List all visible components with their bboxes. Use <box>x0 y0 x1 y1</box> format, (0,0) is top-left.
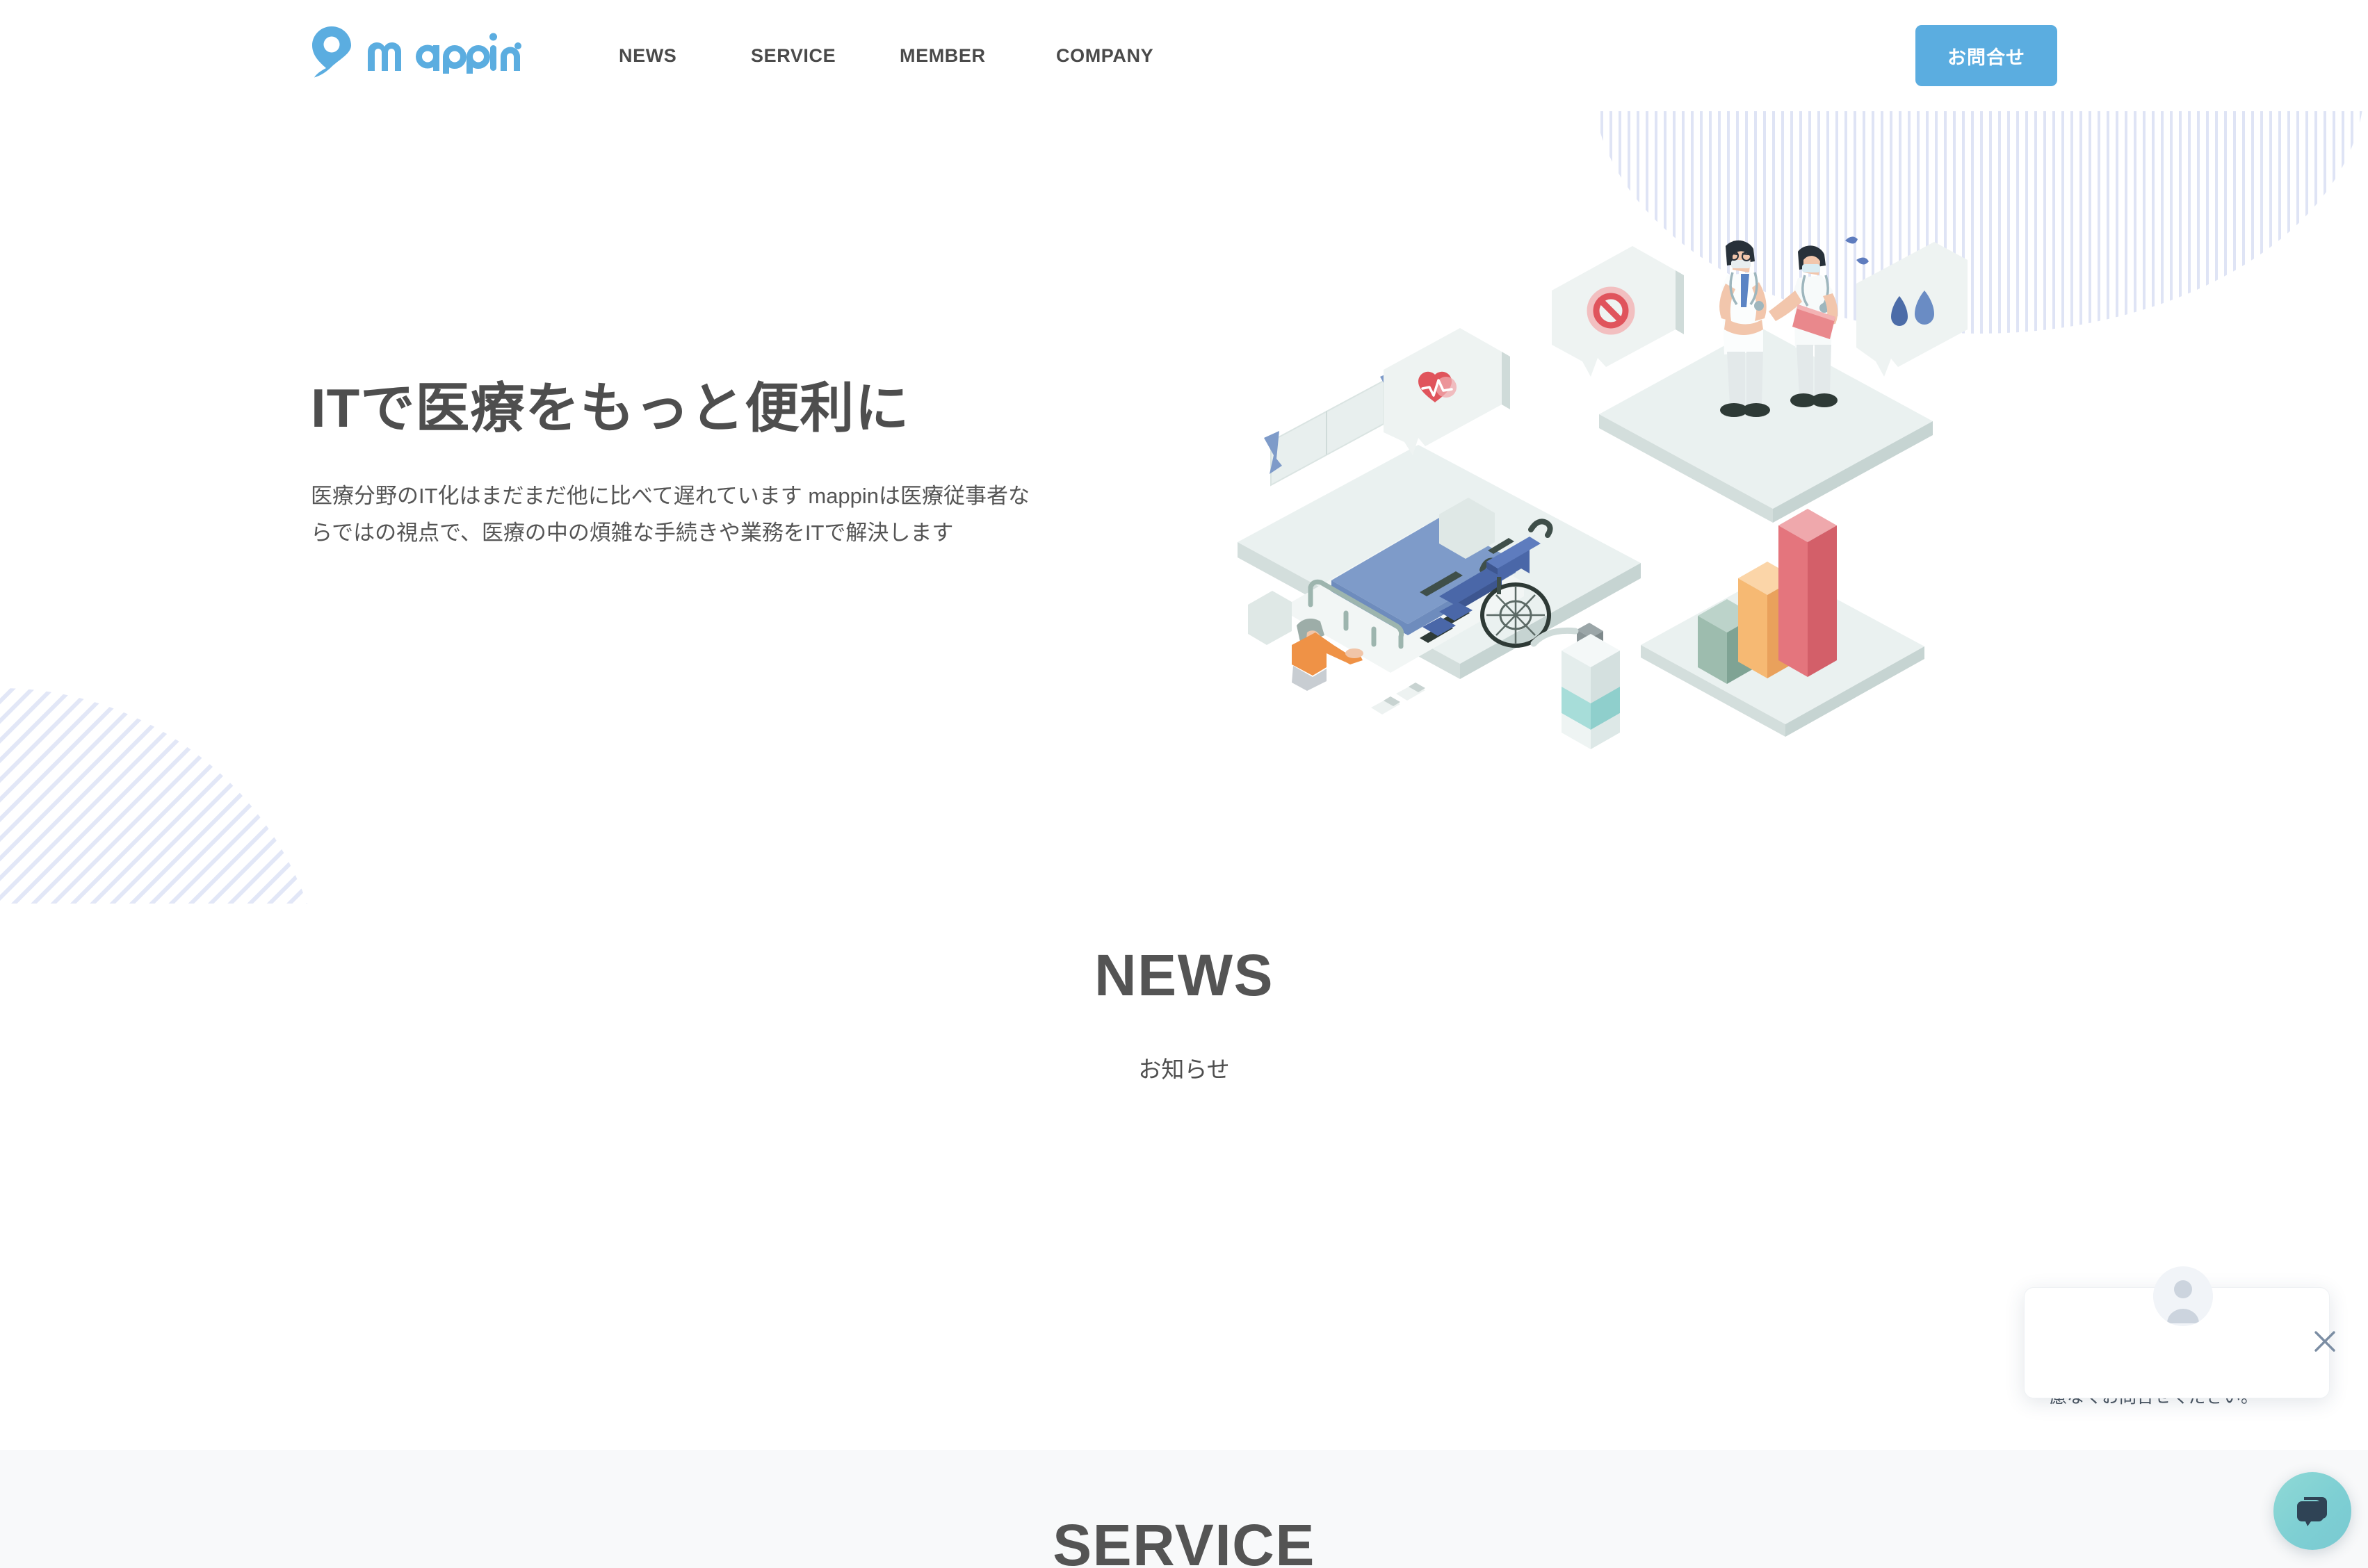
site-header: NEWS SERVICE MEMBER COMPANY お問合せ <box>0 0 2368 111</box>
nav-item-member[interactable]: MEMBER <box>900 45 985 67</box>
chat-bubble-icon[interactable] <box>2273 1472 2351 1550</box>
slippers <box>1371 683 1425 714</box>
service-heading: SERVICE <box>1053 1512 1315 1568</box>
contact-button[interactable]: お問合せ <box>1915 25 2057 86</box>
heartbeat-card <box>1384 328 1510 455</box>
main-navigation: NEWS SERVICE MEMBER COMPANY <box>619 0 1153 111</box>
map-pin-icon <box>312 26 351 78</box>
news-heading: NEWS <box>1094 942 1274 1008</box>
hero-description: 医療分野のIT化はまだまだ他に比べて遅れています mappinは医療従事者ならで… <box>311 484 1030 546</box>
water-drops-card <box>1856 242 1968 377</box>
striped-quartercircle-decoration <box>0 639 327 904</box>
nav-item-news[interactable]: NEWS <box>619 45 676 67</box>
page-root: NEWS SERVICE MEMBER COMPANY お問合せ ITで医療をも… <box>0 0 2368 1568</box>
bar-chart-3d <box>1698 509 1837 684</box>
prohibition-card <box>1552 246 1684 377</box>
site-logo[interactable] <box>311 25 521 79</box>
close-icon[interactable] <box>2310 1326 2340 1357</box>
user-avatar-icon <box>2153 1266 2213 1326</box>
nav-item-service[interactable]: SERVICE <box>751 45 836 67</box>
news-subheading: お知らせ <box>1138 1056 1230 1082</box>
hero-illustration <box>1210 215 1968 771</box>
hero-section: ITで医療をもっと便利に 医療分野のIT化はまだまだ他に比べて遅れています ma… <box>0 111 2368 904</box>
hero-title: ITで医療をもっと便利に <box>311 377 910 439</box>
hero-copy: ITで医療をもっと便利に 医療分野のIT化はまだまだ他に比べて遅れています ma… <box>311 375 1076 552</box>
soap-dispenser <box>1530 623 1620 749</box>
nav-item-company[interactable]: COMPANY <box>1056 45 1153 67</box>
logo-wordmark <box>368 33 521 74</box>
